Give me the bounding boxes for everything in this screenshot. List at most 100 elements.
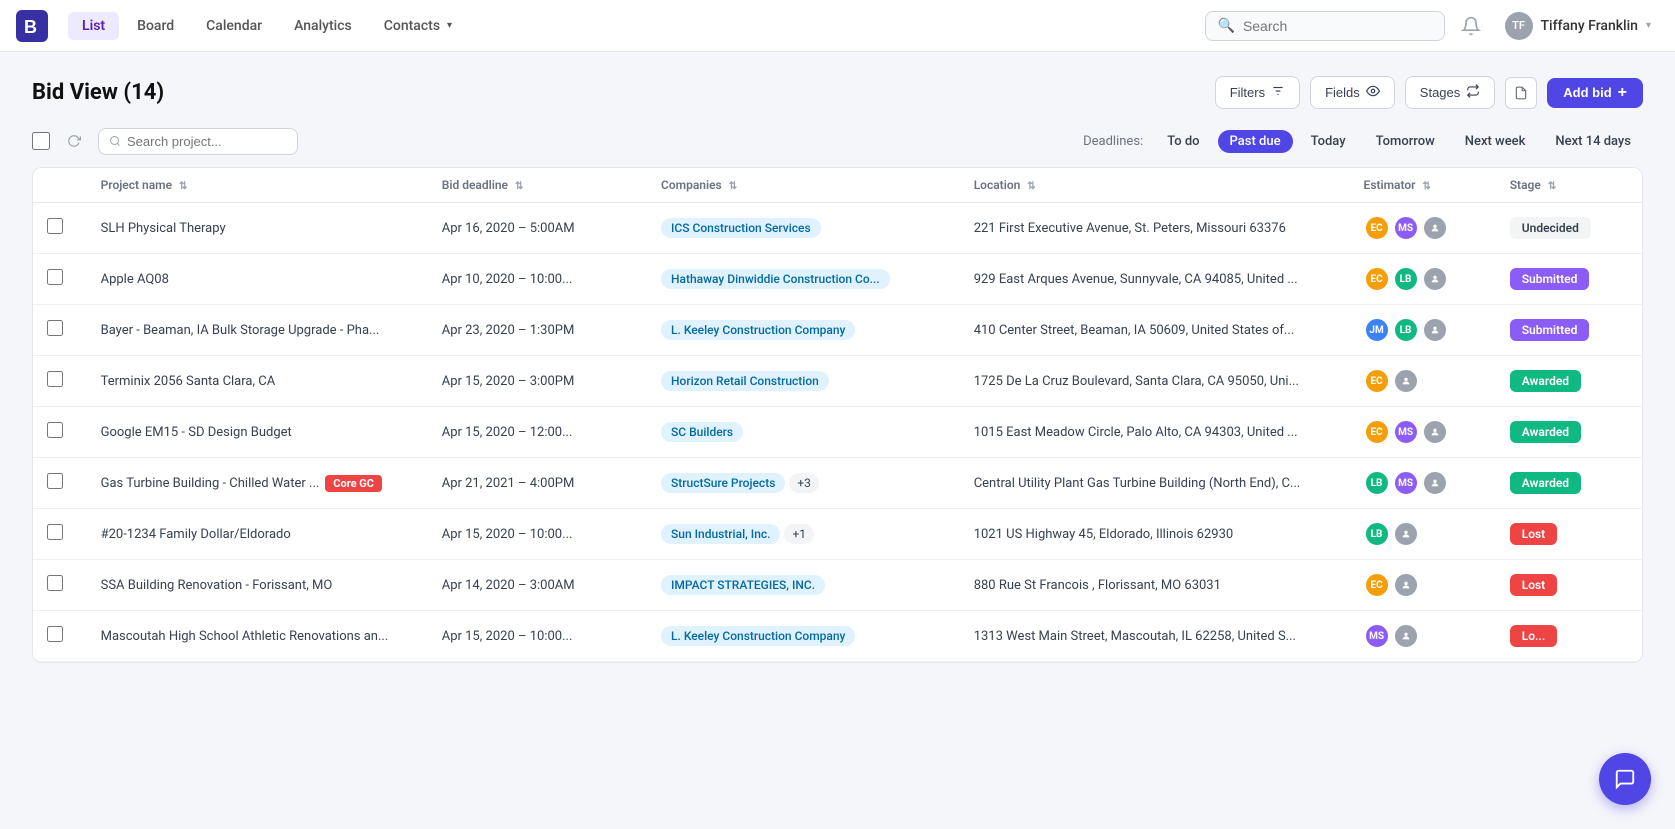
table-row: Google EM15 - SD Design BudgetApr 15, 20…: [33, 407, 1642, 458]
avatar: TF: [1505, 12, 1533, 40]
cell-project-name[interactable]: SSA Building Renovation - Forissant, MO: [87, 560, 428, 611]
cell-company[interactable]: L. Keeley Construction Company: [647, 611, 960, 662]
app-logo[interactable]: B: [16, 10, 48, 42]
cell-company[interactable]: Hathaway Dinwiddie Construction Co...: [647, 254, 960, 305]
cell-estimator: LBMS: [1350, 458, 1496, 509]
row-checkbox-8[interactable]: [47, 626, 63, 642]
notification-bell[interactable]: [1453, 8, 1489, 44]
col-location[interactable]: Location ⇅: [960, 168, 1350, 203]
cell-estimator: EC: [1350, 356, 1496, 407]
core-gc-badge: Core GC: [325, 475, 382, 492]
cell-project-name[interactable]: Terminix 2056 Santa Clara, CA: [87, 356, 428, 407]
estimator-avatar: [1393, 521, 1419, 547]
top-navigation: B List Board Calendar Analytics Contacts…: [0, 0, 1675, 52]
nav-list[interactable]: List: [68, 12, 119, 40]
table-row: Mascoutah High School Athletic Renovatio…: [33, 611, 1642, 662]
project-search[interactable]: [98, 128, 298, 155]
nav-links: List Board Calendar Analytics Contacts ▾: [68, 12, 636, 40]
row-checkbox-1[interactable]: [47, 269, 63, 285]
cell-company[interactable]: Sun Industrial, Inc.+1: [647, 509, 960, 560]
bids-table: Project name ⇅ Bid deadline ⇅ Companies …: [32, 167, 1643, 663]
row-checkbox-3[interactable]: [47, 371, 63, 387]
deadline-todo[interactable]: To do: [1155, 130, 1211, 153]
user-menu[interactable]: TF Tiffany Franklin ▾: [1497, 8, 1660, 44]
cell-project-name[interactable]: Gas Turbine Building - Chilled Water ...…: [87, 458, 428, 509]
estimator-avatar-MS: MS: [1393, 215, 1419, 241]
deadline-nextweek[interactable]: Next week: [1453, 130, 1538, 153]
cell-location: 1021 US Highway 45, Eldorado, Illinois 6…: [960, 509, 1350, 560]
nav-contacts[interactable]: Contacts ▾: [370, 12, 466, 40]
cell-company[interactable]: IMPACT STRATEGIES, INC.: [647, 560, 960, 611]
estimator-avatar: [1422, 317, 1448, 343]
refresh-button[interactable]: [60, 127, 88, 155]
filter-icon: [1271, 84, 1285, 101]
chevron-down-icon: ▾: [1646, 20, 1651, 31]
cell-bid-deadline: Apr 10, 2020 – 10:00...: [428, 254, 647, 305]
add-bid-button[interactable]: Add bid +: [1547, 78, 1643, 108]
estimator-group: LBMS: [1364, 470, 1482, 496]
filters-button[interactable]: Filters: [1215, 76, 1300, 109]
fields-button[interactable]: Fields: [1310, 76, 1395, 109]
col-project-name[interactable]: Project name ⇅: [87, 168, 428, 203]
nav-board[interactable]: Board: [123, 12, 188, 40]
row-checkbox-7[interactable]: [47, 575, 63, 591]
global-search[interactable]: 🔍: [1205, 11, 1445, 41]
table-header: Project name ⇅ Bid deadline ⇅ Companies …: [33, 168, 1642, 203]
deadline-today[interactable]: Today: [1299, 130, 1358, 153]
col-estimator[interactable]: Estimator ⇅: [1350, 168, 1496, 203]
nav-analytics[interactable]: Analytics: [280, 12, 366, 40]
table-row: #20-1234 Family Dollar/EldoradoApr 15, 2…: [33, 509, 1642, 560]
estimator-group: LB: [1364, 521, 1482, 547]
cell-estimator: LB: [1350, 509, 1496, 560]
row-checkbox-4[interactable]: [47, 422, 63, 438]
row-checkbox-6[interactable]: [47, 524, 63, 540]
estimator-group: JMLB: [1364, 317, 1482, 343]
project-search-input[interactable]: [127, 134, 287, 149]
header-actions: Filters Fields Stages: [1215, 76, 1643, 109]
row-checkbox-2[interactable]: [47, 320, 63, 336]
cell-stage: Undecided: [1496, 203, 1642, 254]
estimator-avatar-EC: EC: [1364, 266, 1390, 292]
deadline-next14[interactable]: Next 14 days: [1543, 130, 1643, 153]
search-input[interactable]: [1243, 18, 1432, 34]
deadline-tomorrow[interactable]: Tomorrow: [1364, 130, 1447, 153]
cell-bid-deadline: Apr 21, 2021 – 4:00PM: [428, 458, 647, 509]
cell-project-name[interactable]: Google EM15 - SD Design Budget: [87, 407, 428, 458]
chat-fab[interactable]: [1599, 753, 1651, 805]
estimator-group: ECLB: [1364, 266, 1482, 292]
estimator-group: MS: [1364, 623, 1482, 649]
cell-project-name[interactable]: Bayer - Beaman, IA Bulk Storage Upgrade …: [87, 305, 428, 356]
sort-icon: ⇅: [1027, 181, 1035, 192]
estimator-avatar-EC: EC: [1364, 368, 1390, 394]
sort-icon: ⇅: [515, 181, 523, 192]
cell-company[interactable]: L. Keeley Construction Company: [647, 305, 960, 356]
cell-bid-deadline: Apr 15, 2020 – 3:00PM: [428, 356, 647, 407]
cell-company[interactable]: ICS Construction Services: [647, 203, 960, 254]
cell-project-name[interactable]: SLH Physical Therapy: [87, 203, 428, 254]
cell-project-name[interactable]: Mascoutah High School Athletic Renovatio…: [87, 611, 428, 662]
document-button[interactable]: [1505, 77, 1537, 109]
row-checkbox-0[interactable]: [47, 218, 63, 234]
cell-estimator: EC: [1350, 560, 1496, 611]
row-checkbox-5[interactable]: [47, 473, 63, 489]
cell-company[interactable]: Horizon Retail Construction: [647, 356, 960, 407]
deadline-pastdue[interactable]: Past due: [1218, 130, 1293, 153]
sort-icon: ⇅: [179, 181, 187, 192]
col-bid-deadline[interactable]: Bid deadline ⇅: [428, 168, 647, 203]
cell-project-name[interactable]: #20-1234 Family Dollar/Eldorado: [87, 509, 428, 560]
col-companies[interactable]: Companies ⇅: [647, 168, 960, 203]
estimator-avatar-LB: LB: [1364, 521, 1390, 547]
cell-project-name[interactable]: Apple AQ08: [87, 254, 428, 305]
select-all-checkbox[interactable]: [32, 132, 50, 150]
cell-company[interactable]: SC Builders: [647, 407, 960, 458]
stages-button[interactable]: Stages: [1405, 76, 1495, 109]
nav-calendar[interactable]: Calendar: [192, 12, 276, 40]
estimator-avatar-MS: MS: [1364, 623, 1390, 649]
cell-stage: Lost: [1496, 509, 1642, 560]
col-stage[interactable]: Stage ⇅: [1496, 168, 1642, 203]
cell-company[interactable]: StructSure Projects+3: [647, 458, 960, 509]
svg-text:B: B: [24, 17, 37, 37]
estimator-avatar: [1393, 572, 1419, 598]
stage-badge: Undecided: [1510, 217, 1591, 239]
stage-badge: Awarded: [1510, 421, 1581, 443]
